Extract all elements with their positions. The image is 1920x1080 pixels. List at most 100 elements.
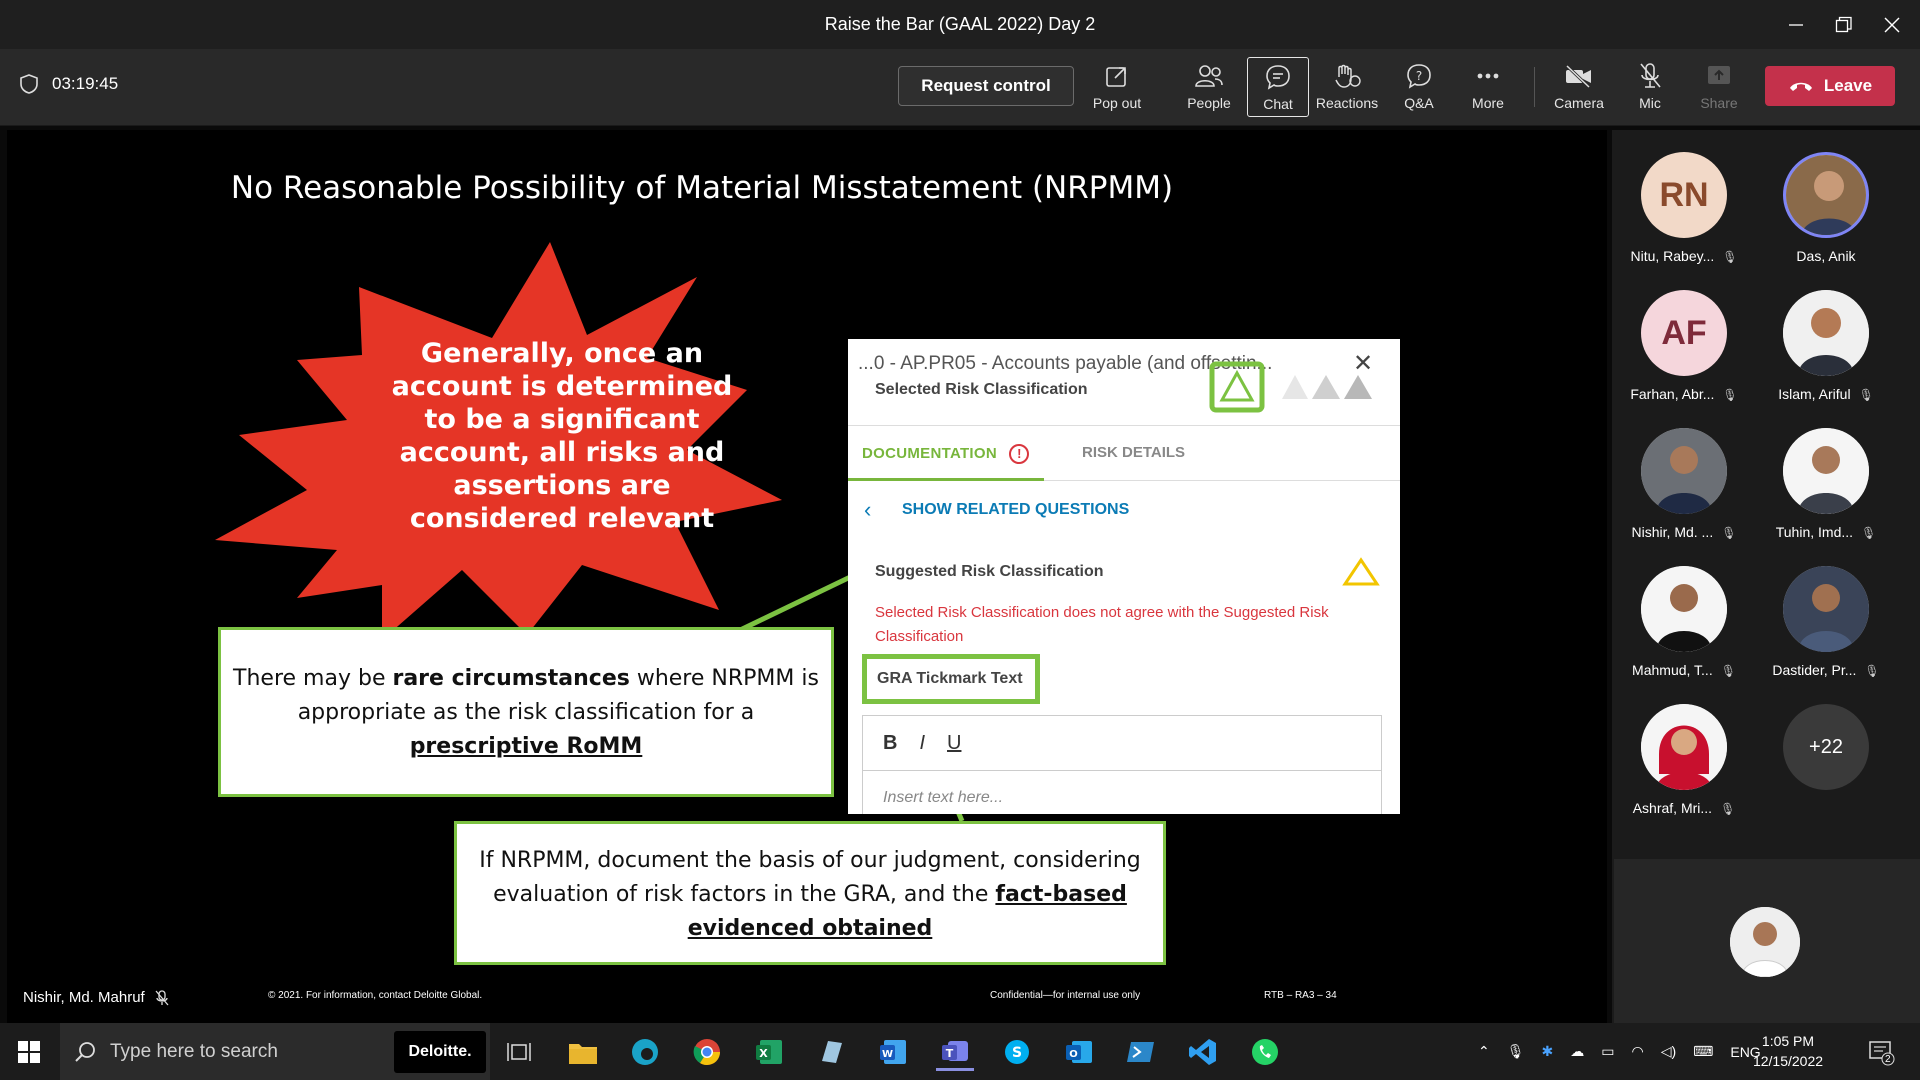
avatar: [1641, 566, 1727, 652]
window-title: Raise the Bar (GAAL 2022) Day 2: [824, 14, 1096, 34]
mic-off-icon: 🎙: [1864, 664, 1880, 678]
mic-off-icon: 🎙: [1858, 388, 1874, 402]
outlook-app[interactable]: O: [1060, 1033, 1098, 1071]
avatar: [1641, 428, 1727, 514]
risk-level-icons: [1209, 361, 1372, 413]
outlook-icon: O: [1066, 1041, 1092, 1063]
chrome-icon: [693, 1039, 721, 1066]
microphone-icon[interactable]: 🎙: [1507, 1043, 1525, 1060]
battery-icon[interactable]: ▭: [1601, 1043, 1614, 1060]
italic-button[interactable]: I: [919, 732, 925, 755]
editor-format-bar: B I U: [863, 716, 1381, 771]
show-related-questions-link[interactable]: SHOW RELATED QUESTIONS: [902, 501, 1129, 519]
underline-button[interactable]: U: [947, 732, 961, 755]
more-participants-button[interactable]: +22: [1756, 704, 1896, 834]
participant-tile[interactable]: Mahmud, T... 🎙: [1614, 566, 1754, 696]
svg-text:?: ?: [1416, 69, 1422, 83]
participant-name: Nishir, Md. ...: [1631, 524, 1714, 540]
qa-button[interactable]: ? Q&A: [1388, 57, 1450, 117]
participant-tile[interactable]: Dastider, Pr... 🎙: [1756, 566, 1896, 696]
notifications-button[interactable]: 2: [1862, 1033, 1900, 1071]
suggested-risk-label: Suggested Risk Classification: [875, 563, 1104, 580]
participant-tile[interactable]: Nishir, Md. ... 🎙: [1614, 428, 1754, 558]
word-icon: W: [880, 1040, 906, 1064]
participant-tile[interactable]: Tuhin, Imd... 🎙: [1756, 428, 1896, 558]
participant-tile[interactable]: RN Nitu, Rabey... 🎙: [1614, 152, 1754, 282]
start-button[interactable]: [10, 1033, 48, 1071]
keyboard-icon[interactable]: ⌨: [1693, 1043, 1713, 1060]
slide-footer-confidential: Confidential—for internal use only: [990, 990, 1141, 1001]
svg-text:X: X: [759, 1047, 768, 1060]
participant-tile[interactable]: Das, Anik: [1756, 152, 1896, 282]
word-app[interactable]: W: [874, 1033, 912, 1071]
chat-button[interactable]: Chat: [1247, 57, 1309, 117]
reactions-button[interactable]: Reactions: [1316, 57, 1378, 117]
excel-icon: X: [756, 1040, 782, 1064]
share-button[interactable]: Share: [1688, 57, 1750, 117]
participant-name: Farhan, Abr...: [1630, 386, 1715, 402]
file-explorer-app[interactable]: [564, 1033, 602, 1071]
people-icon: [1195, 65, 1223, 87]
powershell-app[interactable]: [1122, 1033, 1160, 1071]
mic-button[interactable]: Mic: [1619, 57, 1681, 117]
windows-taskbar: Type here to search Deloitte. X W T S O …: [0, 1023, 1920, 1080]
presenter-name: Nishir, Md. Mahruf: [23, 989, 145, 1006]
window-title-bar: Raise the Bar (GAAL 2022) Day 2: [0, 0, 1920, 49]
chevron-up-icon[interactable]: ⌃: [1478, 1043, 1490, 1060]
participant-name: Dastider, Pr...: [1772, 662, 1857, 678]
excel-app[interactable]: X: [750, 1033, 788, 1071]
pop-out-button[interactable]: Pop out: [1086, 57, 1148, 117]
mic-off-icon: 🎙: [1861, 526, 1877, 540]
windows-logo-icon: [18, 1041, 40, 1063]
nrpmm-documentation-callout: If NRPMM, document the basis of our judg…: [454, 821, 1166, 965]
tab-documentation[interactable]: DOCUMENTATION !: [862, 444, 1030, 464]
edge-icon: [632, 1039, 658, 1065]
close-icon: [1884, 17, 1900, 32]
phone-hangup-icon: [1789, 82, 1812, 91]
volume-icon[interactable]: ◁): [1661, 1043, 1676, 1060]
teams-app[interactable]: T: [936, 1033, 974, 1071]
avatar: [1783, 566, 1869, 652]
participant-tile[interactable]: Islam, Ariful 🎙: [1756, 290, 1896, 420]
restore-button[interactable]: [1818, 0, 1870, 49]
bold-button[interactable]: B: [883, 732, 897, 755]
risk-low-icon: [1282, 375, 1308, 399]
more-button[interactable]: More: [1457, 57, 1519, 117]
people-button[interactable]: People: [1178, 57, 1240, 117]
bluetooth-icon[interactable]: ✱: [1542, 1043, 1554, 1060]
camera-button[interactable]: Camera: [1548, 57, 1610, 117]
whatsapp-app[interactable]: [1246, 1033, 1284, 1071]
minimize-button[interactable]: [1770, 0, 1822, 49]
skype-app[interactable]: S: [998, 1033, 1036, 1071]
more-label: More: [1472, 95, 1504, 111]
task-view-button[interactable]: [500, 1033, 538, 1071]
edge-app[interactable]: [626, 1033, 664, 1071]
deloitte-widget[interactable]: Deloitte.: [394, 1031, 486, 1073]
taskbar-clock[interactable]: 1:05 PM 12/15/2022: [1748, 1031, 1828, 1071]
slide-footer-copyright: © 2021. For information, contact Deloitt…: [268, 990, 483, 1001]
editor-placeholder[interactable]: Insert text here...: [863, 771, 1381, 807]
share-label: Share: [1700, 95, 1738, 111]
shared-screen: No Reasonable Possibility of Material Mi…: [7, 130, 1607, 1023]
vscode-app[interactable]: [1184, 1033, 1222, 1071]
tab-risk-details[interactable]: RISK DETAILS: [1082, 444, 1185, 461]
callout1-bold: rare circumstances: [392, 666, 630, 691]
close-button[interactable]: [1866, 0, 1918, 49]
camera-off-icon: [1565, 64, 1591, 88]
remote-app[interactable]: [812, 1033, 850, 1071]
request-control-button[interactable]: Request control: [898, 66, 1074, 106]
mic-off-icon: 🎙: [1721, 526, 1737, 540]
app-icon: [822, 1041, 842, 1063]
chrome-app[interactable]: [688, 1033, 726, 1071]
participant-tile[interactable]: Ashraf, Mri... 🎙: [1614, 704, 1754, 834]
gra-text-editor[interactable]: B I U Insert text here...: [862, 715, 1382, 814]
camera-label: Camera: [1554, 95, 1604, 111]
cloud-icon[interactable]: ☁: [1570, 1043, 1584, 1060]
wifi-icon[interactable]: ◠: [1631, 1043, 1643, 1060]
mic-off-icon: 🎙: [1720, 664, 1736, 678]
warning-triangle-icon: [1342, 557, 1380, 586]
participant-tile[interactable]: AF Farhan, Abr... 🎙: [1614, 290, 1754, 420]
chevron-left-icon[interactable]: ‹: [864, 497, 871, 523]
leave-button[interactable]: Leave: [1765, 66, 1895, 106]
shield-icon: [20, 74, 38, 94]
